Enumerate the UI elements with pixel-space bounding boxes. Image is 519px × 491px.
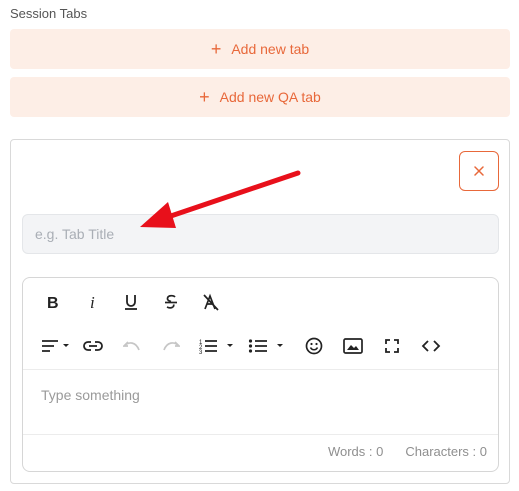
footer-divider — [23, 434, 498, 435]
link-icon — [83, 341, 103, 351]
redo-icon — [163, 341, 180, 351]
svg-text:3: 3 — [199, 350, 203, 354]
link-button[interactable] — [79, 334, 107, 358]
emoji-icon — [305, 337, 323, 355]
align-icon — [42, 340, 69, 352]
bold-icon: B — [47, 295, 59, 310]
bullet-list-icon — [248, 339, 283, 353]
svg-text:i: i — [90, 294, 95, 310]
fullscreen-icon — [385, 339, 399, 353]
close-icon — [474, 166, 484, 176]
rich-text-editor: B i 1 2 3 Type something Words: 0 Chara… — [22, 277, 499, 472]
add-new-tab-label: Add new tab — [231, 41, 310, 57]
italic-button[interactable]: i — [79, 290, 107, 314]
bullet-list-dropdown[interactable] — [247, 334, 287, 358]
ordered-list-dropdown[interactable]: 1 2 3 — [197, 334, 237, 358]
clear-format-button[interactable] — [197, 290, 225, 314]
code-view-button[interactable] — [417, 334, 445, 358]
redo-button[interactable] — [157, 334, 185, 358]
annotation-arrow-icon — [140, 170, 301, 228]
editor-counts: Words : 0 Characters : 0 — [328, 444, 487, 459]
word-count: Words : 0 — [327, 444, 384, 459]
svg-text:B: B — [47, 295, 59, 310]
ordered-list-icon: 1 2 3 — [199, 340, 233, 354]
undo-icon — [123, 341, 140, 351]
image-icon — [343, 338, 363, 354]
strikethrough-icon — [165, 294, 177, 309]
plus-icon: + — [199, 87, 210, 107]
undo-button[interactable] — [118, 334, 146, 358]
add-new-tab-button[interactable]: + Add new tab — [10, 29, 510, 69]
code-icon — [421, 340, 441, 352]
editor-content-area[interactable]: Type something — [23, 370, 498, 433]
bold-button[interactable]: B — [39, 290, 67, 314]
emoji-button[interactable] — [300, 334, 328, 358]
close-tab-button[interactable] — [459, 151, 499, 191]
strikethrough-button[interactable] — [157, 290, 185, 314]
add-new-qa-tab-label: Add new QA tab — [219, 89, 321, 105]
add-new-qa-tab-button[interactable]: + Add new QA tab — [10, 77, 510, 117]
character-count: Characters : 0 — [405, 444, 487, 459]
underline-icon — [125, 295, 137, 310]
fullscreen-button[interactable] — [378, 334, 406, 358]
image-button[interactable] — [339, 334, 367, 358]
clear-format-icon — [203, 293, 219, 311]
align-dropdown[interactable] — [39, 334, 73, 358]
italic-icon: i — [90, 294, 95, 310]
plus-icon: + — [210, 39, 222, 59]
session-tabs-label: Session Tabs — [10, 6, 88, 21]
underline-button[interactable] — [117, 290, 145, 314]
